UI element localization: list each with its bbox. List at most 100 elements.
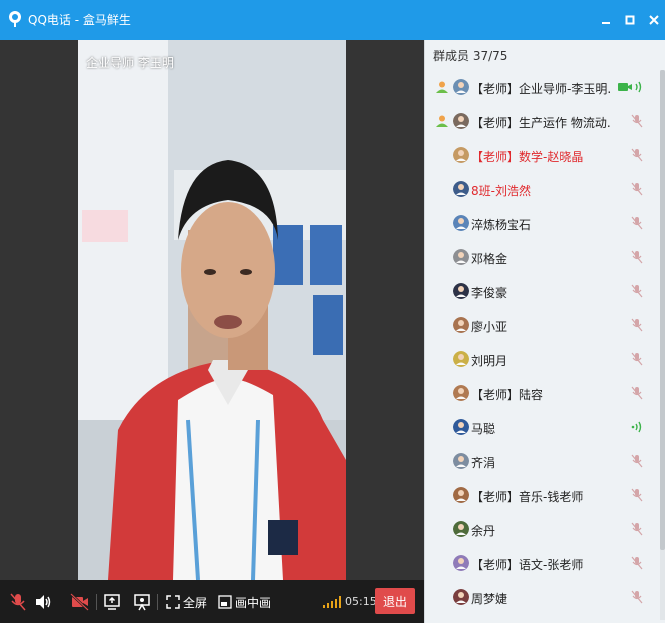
- mic-muted-icon: [628, 146, 646, 164]
- admin-icon: [436, 81, 448, 93]
- avatar: [453, 113, 469, 129]
- member-name: 8班-刘浩然: [471, 184, 531, 198]
- fullscreen-label: 全屏: [183, 595, 208, 610]
- avatar: [453, 351, 469, 367]
- speaker-icon: [36, 595, 51, 609]
- member-row[interactable]: 淬炼杨宝石: [425, 206, 661, 240]
- member-name: 邓格金: [471, 252, 508, 266]
- avatar: [453, 181, 469, 197]
- caller-name-overlay: 企业导师 李玉明: [86, 56, 174, 70]
- avatar: [453, 555, 469, 571]
- speaker-button[interactable]: [34, 592, 52, 612]
- call-timer: 05:15: [345, 595, 377, 608]
- avatar: [453, 589, 469, 605]
- members-count: 群成员 37/75: [433, 49, 508, 63]
- avatar: [453, 453, 469, 469]
- avatar: [453, 283, 469, 299]
- video-frame-image: [78, 40, 346, 580]
- member-row[interactable]: 8班-刘浩然: [425, 172, 661, 206]
- toolbar-divider: [96, 594, 97, 610]
- mic-muted-icon: [628, 316, 646, 334]
- member-name: 周梦婕: [471, 592, 508, 606]
- member-row[interactable]: 【老师】数学-赵晓晶: [425, 138, 661, 172]
- member-row[interactable]: 齐涓: [425, 444, 661, 478]
- camera-off-icon: [70, 593, 89, 611]
- picture-in-picture-icon: [218, 595, 232, 609]
- avatar: [453, 521, 469, 537]
- member-name: 【老师】数学-赵晓晶: [471, 150, 584, 164]
- member-row[interactable]: 李俊豪: [425, 274, 661, 308]
- member-name: 廖小亚: [471, 320, 508, 334]
- avatar: [453, 419, 469, 435]
- title-bar: QQ电话 - 盒马鲜生: [0, 0, 665, 40]
- close-icon: [649, 15, 659, 25]
- camera-toggle-button[interactable]: [70, 592, 90, 612]
- mic-muted-icon: [628, 248, 646, 266]
- member-name: 齐涓: [471, 456, 496, 470]
- picture-in-picture-button[interactable]: 画中画: [218, 592, 271, 612]
- avatar: [453, 385, 469, 401]
- presentation-icon: [134, 594, 150, 611]
- mic-muted-icon: [628, 214, 646, 232]
- minimize-button[interactable]: [596, 10, 616, 30]
- member-row[interactable]: 【老师】语文-张老师: [425, 546, 661, 580]
- avatar: [453, 79, 469, 95]
- call-toolbar: 全屏 画中画 05:15 退出: [0, 580, 424, 623]
- toolbar-divider: [157, 594, 158, 610]
- fullscreen-button[interactable]: 全屏: [166, 592, 207, 612]
- whiteboard-button[interactable]: [134, 592, 150, 612]
- video-feed[interactable]: 企业导师 李玉明: [78, 40, 346, 580]
- member-name: 马聪: [471, 422, 496, 436]
- member-name: 【老师】陆容: [471, 388, 544, 402]
- avatar: [453, 487, 469, 503]
- member-name: 【老师】音乐-钱老师: [471, 490, 584, 504]
- video-speaking-icon: [618, 81, 642, 93]
- members-scrollbar[interactable]: [660, 70, 665, 620]
- mic-toggle-button[interactable]: [10, 592, 26, 612]
- mic-muted-icon: [628, 282, 646, 300]
- screen-share-icon: [104, 594, 120, 610]
- member-name: 【老师】语文-张老师: [471, 558, 584, 572]
- exit-call-button[interactable]: 退出: [375, 588, 415, 614]
- fullscreen-icon: [166, 595, 180, 609]
- member-row[interactable]: 马聪: [425, 410, 661, 444]
- qq-logo-icon: [9, 11, 21, 27]
- member-row[interactable]: 【老师】生产运作 物流动...: [425, 104, 661, 138]
- window-title: QQ电话 - 盒马鲜生: [28, 13, 131, 27]
- maximize-icon: [625, 15, 635, 25]
- signal-strength-icon: [323, 596, 341, 608]
- mic-muted-icon: [628, 180, 646, 198]
- scroll-thumb[interactable]: [660, 70, 665, 550]
- mic-muted-icon: [628, 384, 646, 402]
- mic-muted-icon: [10, 593, 26, 611]
- mic-muted-icon: [628, 350, 646, 368]
- member-row[interactable]: 刘明月: [425, 342, 661, 376]
- mic-muted-icon: [628, 112, 646, 130]
- pip-label: 画中画: [235, 595, 272, 610]
- close-button[interactable]: [644, 10, 664, 30]
- mic-muted-icon: [628, 520, 646, 538]
- member-row[interactable]: 廖小亚: [425, 308, 661, 342]
- avatar: [453, 317, 469, 333]
- avatar: [453, 147, 469, 163]
- members-panel: 群成员 37/75 【老师】企业导师-李玉明... 【老师】生产运作 物流动...…: [424, 40, 665, 623]
- avatar: [453, 249, 469, 265]
- mic-muted-icon: [628, 486, 646, 504]
- member-name: 刘明月: [471, 354, 508, 368]
- avatar: [453, 215, 469, 231]
- screen-share-button[interactable]: [104, 592, 120, 612]
- member-row[interactable]: 邓格金: [425, 240, 661, 274]
- member-name: 李俊豪: [471, 286, 508, 300]
- member-row[interactable]: 【老师】音乐-钱老师: [425, 478, 661, 512]
- mic-muted-icon: [628, 588, 646, 606]
- member-name: 余丹: [471, 524, 496, 538]
- member-row[interactable]: 余丹: [425, 512, 661, 546]
- speaking-icon: [628, 418, 646, 436]
- mic-muted-icon: [628, 554, 646, 572]
- member-name: 【老师】企业导师-李玉明...: [471, 82, 611, 96]
- minimize-icon: [602, 22, 610, 24]
- member-row[interactable]: 【老师】企业导师-李玉明...: [425, 70, 661, 104]
- member-row[interactable]: 【老师】陆容: [425, 376, 661, 410]
- maximize-button[interactable]: [620, 10, 640, 30]
- member-row[interactable]: 周梦婕: [425, 580, 661, 614]
